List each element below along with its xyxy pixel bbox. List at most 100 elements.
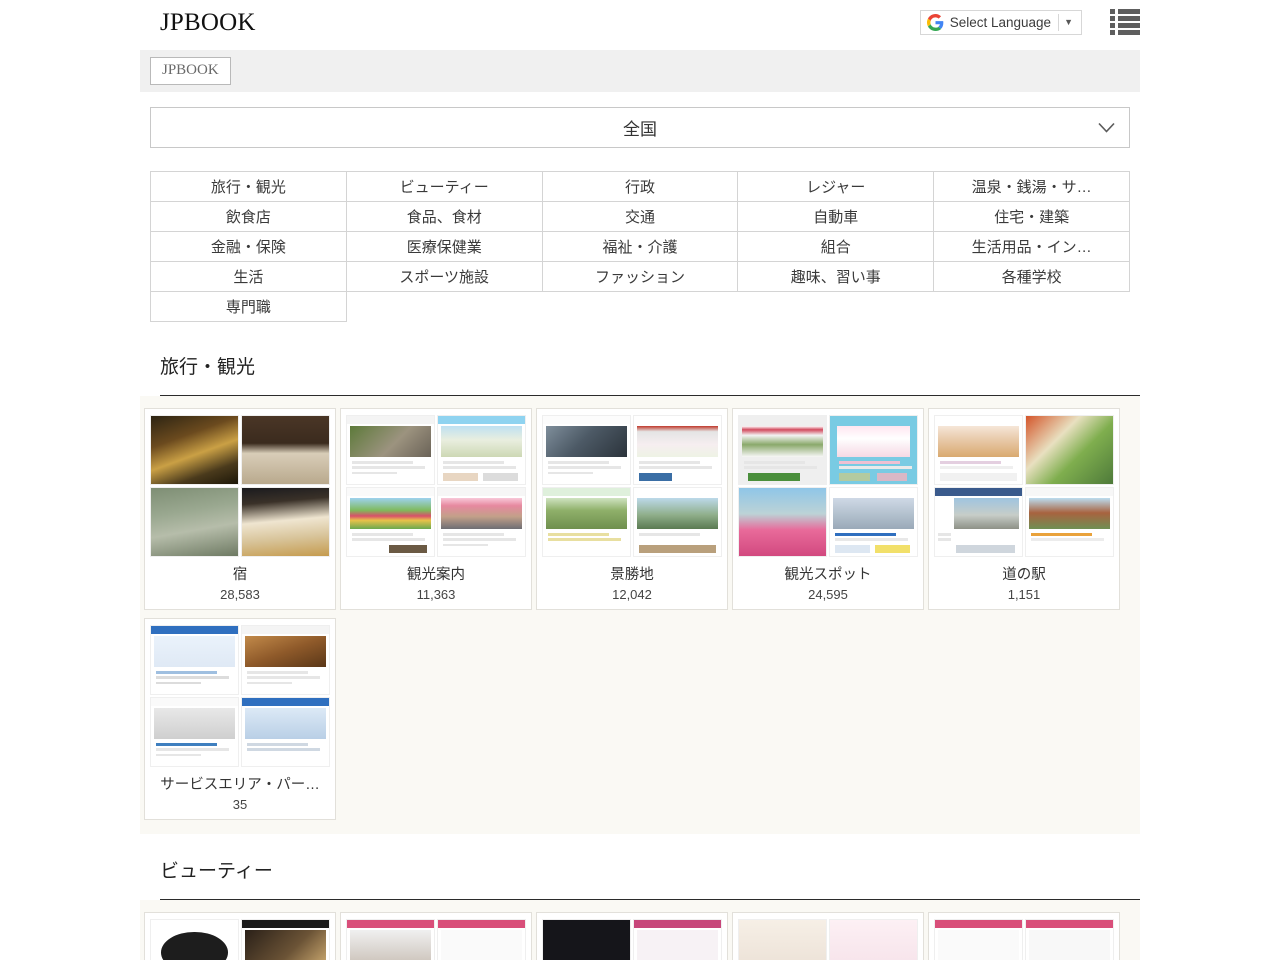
thumb-site-screenshot [633, 487, 722, 557]
category-cell-sports[interactable]: スポーツ施設 [346, 262, 542, 292]
thumb-site-screenshot [437, 487, 526, 557]
google-translate-widget[interactable]: Select Language ▼ [920, 10, 1082, 35]
category-cell-life[interactable]: 生活 [151, 262, 347, 292]
thumb-photo [150, 415, 239, 485]
chevron-down-icon[interactable]: ▼ [1059, 18, 1079, 27]
card-thumbnail [738, 919, 918, 960]
thumb-site-screenshot [437, 415, 526, 485]
thumb-site-screenshot [150, 919, 239, 960]
card-title: 観光スポット [738, 563, 918, 584]
card-count: 35 [150, 797, 330, 812]
card-beauty-4[interactable] [732, 912, 924, 960]
thumbnail-collage [346, 415, 526, 557]
thumb-site-screenshot [633, 415, 722, 485]
thumb-site-screenshot [738, 487, 827, 557]
site-header: JPBOOK Select Language ▼ [0, 0, 1280, 44]
category-cell-finance[interactable]: 金融・保険 [151, 232, 347, 262]
list-menu-icon[interactable] [1110, 9, 1140, 35]
card-thumbnail [346, 919, 526, 960]
category-cell-medical[interactable]: 医療保健業 [346, 232, 542, 262]
thumb-site-screenshot [150, 697, 239, 767]
category-cell-government[interactable]: 行政 [542, 172, 738, 202]
category-cell-onsen[interactable]: 温泉・銭湯・サ… [934, 172, 1130, 202]
card-count: 1,151 [934, 587, 1114, 602]
section-beauty: ビューティー [0, 856, 1280, 960]
card-count: 11,363 [346, 587, 526, 602]
category-cell-fashion[interactable]: ファッション [542, 262, 738, 292]
category-cell-empty [738, 292, 934, 322]
card-beauty-2[interactable] [340, 912, 532, 960]
list-icon-bullet [1110, 16, 1115, 21]
list-icon-row [1110, 30, 1140, 35]
card-kankou-annai[interactable]: 観光案内 11,363 [340, 408, 532, 610]
card-michinoeki[interactable]: 道の駅 1,151 [928, 408, 1120, 610]
section-title-travel: 旅行・観光 [160, 352, 1140, 396]
thumbnail-collage [542, 415, 722, 557]
card-title: サービスエリア・パー… [150, 773, 330, 794]
thumbnail-collage [150, 919, 330, 960]
category-cell-automobile[interactable]: 自動車 [738, 202, 934, 232]
thumb-site-screenshot [829, 415, 918, 485]
thumbnail-collage [738, 919, 918, 960]
category-row: 飲食店 食品、食材 交通 自動車 住宅・建築 [151, 202, 1130, 232]
category-cell-leisure[interactable]: レジャー [738, 172, 934, 202]
thumb-photo [241, 415, 330, 485]
card-thumbnail [934, 919, 1114, 960]
category-row: 金融・保険 医療保健業 福祉・介護 組合 生活用品・イン… [151, 232, 1130, 262]
chevron-down-icon [1098, 122, 1115, 133]
thumb-site-screenshot [346, 919, 435, 960]
card-count: 28,583 [150, 587, 330, 602]
category-cell-beauty[interactable]: ビューティー [346, 172, 542, 202]
category-cell-housing[interactable]: 住宅・建築 [934, 202, 1130, 232]
card-thumbnail [934, 415, 1114, 557]
site-brand[interactable]: JPBOOK [160, 10, 256, 35]
card-beauty-1[interactable] [144, 912, 336, 960]
card-count: 24,595 [738, 587, 918, 602]
card-kankou-spot[interactable]: 観光スポット 24,595 [732, 408, 924, 610]
card-grid-travel: 宿 28,583 [140, 396, 1140, 834]
thumbnail-collage [346, 919, 526, 960]
thumb-site-screenshot [241, 919, 330, 960]
thumb-photo [150, 487, 239, 557]
card-keishouchi[interactable]: 景勝地 12,042 [536, 408, 728, 610]
category-cell-travel[interactable]: 旅行・観光 [151, 172, 347, 202]
list-icon-bar [1118, 23, 1140, 28]
region-select[interactable]: 全国 [150, 107, 1130, 148]
category-cell-food[interactable]: 食品、食材 [346, 202, 542, 232]
category-row: 旅行・観光 ビューティー 行政 レジャー 温泉・銭湯・サ… [151, 172, 1130, 202]
card-title: 道の駅 [934, 563, 1114, 584]
thumb-site-screenshot [934, 415, 1023, 485]
card-beauty-3[interactable] [536, 912, 728, 960]
thumb-site-screenshot [542, 487, 631, 557]
list-icon-bullet [1110, 23, 1115, 28]
category-cell-welfare[interactable]: 福祉・介護 [542, 232, 738, 262]
card-service-area[interactable]: サービスエリア・パー… 35 [144, 618, 336, 820]
card-title: 観光案内 [346, 563, 526, 584]
category-cell-schools[interactable]: 各種学校 [934, 262, 1130, 292]
card-count: 12,042 [542, 587, 722, 602]
thumb-site-screenshot [241, 697, 330, 767]
thumb-site-screenshot [829, 487, 918, 557]
breadcrumb-item-home[interactable]: JPBOOK [150, 57, 231, 85]
category-cell-transport[interactable]: 交通 [542, 202, 738, 232]
card-yado[interactable]: 宿 28,583 [144, 408, 336, 610]
thumb-photo [241, 487, 330, 557]
card-thumbnail [150, 415, 330, 557]
card-beauty-5[interactable] [928, 912, 1120, 960]
category-cell-restaurant[interactable]: 飲食店 [151, 202, 347, 232]
category-cell-hobby[interactable]: 趣味、習い事 [738, 262, 934, 292]
page-root: JPBOOK Select Language ▼ [0, 0, 1280, 960]
thumb-site-screenshot [542, 919, 631, 960]
category-cell-union[interactable]: 組合 [738, 232, 934, 262]
thumbnail-collage [150, 415, 330, 557]
category-cell-professional[interactable]: 専門職 [151, 292, 347, 322]
card-title: 景勝地 [542, 563, 722, 584]
card-thumbnail [542, 415, 722, 557]
list-icon-bullet [1110, 30, 1115, 35]
thumb-site-screenshot [1025, 487, 1114, 557]
thumb-site-screenshot [1025, 919, 1114, 960]
card-thumbnail [150, 625, 330, 767]
card-title: 宿 [150, 563, 330, 584]
category-cell-empty [542, 292, 738, 322]
category-cell-daily-goods[interactable]: 生活用品・イン… [934, 232, 1130, 262]
